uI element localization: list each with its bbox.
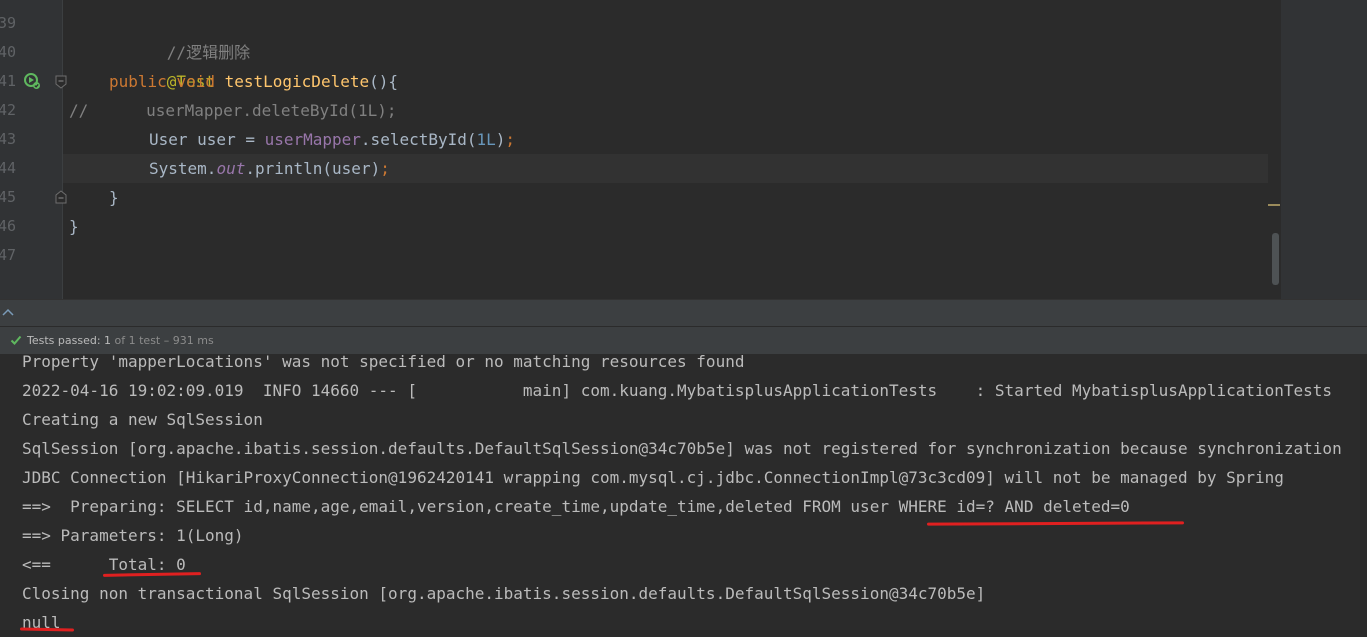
tool-window-separator[interactable] — [0, 299, 1367, 326]
collapse-icon[interactable] — [2, 308, 14, 316]
console-line: SqlSession [org.apache.ibatis.session.de… — [22, 439, 1342, 458]
code-line-commented-out: // userMapper.deleteById(1L); — [69, 96, 397, 125]
console-line: Closing non transactional SqlSession [or… — [22, 584, 986, 603]
number-literal: 1L — [476, 130, 496, 149]
right-panel-strip — [1281, 0, 1367, 299]
editor-gutter: 39 40 41 42 43 44 45 46 47 — [0, 0, 67, 299]
underline-annotation — [926, 521, 1185, 526]
semicolon: ; — [505, 130, 516, 149]
code-area[interactable]: //逻辑删除 @Test public void testLogicDelete… — [63, 0, 1281, 299]
line-number: 47 — [0, 246, 16, 264]
check-icon — [10, 335, 22, 345]
code-editor[interactable]: 39 40 41 42 43 44 45 46 47 //逻辑删除 @Test … — [0, 0, 1367, 299]
console-line: Creating a new SqlSession — [22, 410, 263, 429]
test-status-bar: Tests passed: 1 of 1 test – 931 ms — [0, 326, 1367, 356]
line-number: 41 — [0, 72, 16, 90]
console-line: ==> Parameters: 1(Long) — [22, 526, 244, 545]
line-number: 44 — [0, 159, 16, 177]
code-line-close-method: } — [109, 183, 119, 212]
method-call: .selectById( — [360, 130, 477, 149]
code-line-println: System.out.println(user); — [149, 154, 390, 183]
field-usermapper: userMapper — [264, 130, 361, 149]
keyword-void: void — [176, 72, 215, 91]
line-number: 42 — [0, 101, 16, 119]
run-test-icon[interactable] — [23, 72, 41, 90]
println-call: .println(user) — [245, 159, 381, 178]
semicolon: ; — [380, 159, 390, 178]
scrollbar-marker — [1268, 204, 1280, 206]
line-number: 39 — [0, 14, 16, 32]
tests-passed-status: Tests passed: 1 of 1 test – 931 ms — [27, 334, 214, 347]
line-number: 45 — [0, 188, 16, 206]
code-line-select: User user = userMapper.selectById(1L); — [149, 125, 515, 154]
commented-code: userMapper.deleteById(1L); — [146, 101, 397, 120]
tests-total: of 1 test — [111, 334, 161, 347]
line-number: 46 — [0, 217, 16, 235]
scrollbar-thumb[interactable] — [1272, 233, 1279, 285]
close-paren: ) — [495, 130, 506, 149]
brace: } — [109, 188, 119, 207]
system-class: System. — [149, 159, 217, 178]
console-line: 2022-04-16 19:02:09.019 INFO 14660 --- [… — [22, 381, 1333, 400]
line-number: 40 — [0, 43, 16, 61]
console-line: Property 'mapperLocations' was not speci… — [22, 354, 745, 371]
method-parens: (){ — [369, 72, 399, 91]
type-decl: User user = — [149, 130, 265, 149]
static-field-out: out — [216, 159, 246, 178]
tests-passed-count: 1 — [104, 334, 112, 347]
console-output[interactable]: Property 'mapperLocations' was not speci… — [0, 354, 1367, 637]
console-line: null — [22, 613, 61, 632]
code-line-comment: //逻辑删除 — [109, 9, 250, 62]
brace: } — [69, 217, 79, 236]
code-line-close-class: } — [69, 212, 79, 241]
comment-prefix: // — [69, 101, 89, 120]
line-number: 43 — [0, 130, 16, 148]
method-name: testLogicDelete — [224, 72, 370, 91]
console-line: ==> Preparing: SELECT id,name,age,email,… — [22, 497, 1130, 516]
test-duration: – 931 ms — [160, 334, 214, 347]
code-line-method-signature: public void testLogicDelete(){ — [109, 67, 398, 96]
tests-passed-label: Tests passed: — [27, 334, 105, 347]
keyword-public: public — [109, 72, 167, 91]
console-line: JDBC Connection [HikariProxyConnection@1… — [22, 468, 1284, 487]
code-line-annotation: @Test — [109, 38, 215, 91]
